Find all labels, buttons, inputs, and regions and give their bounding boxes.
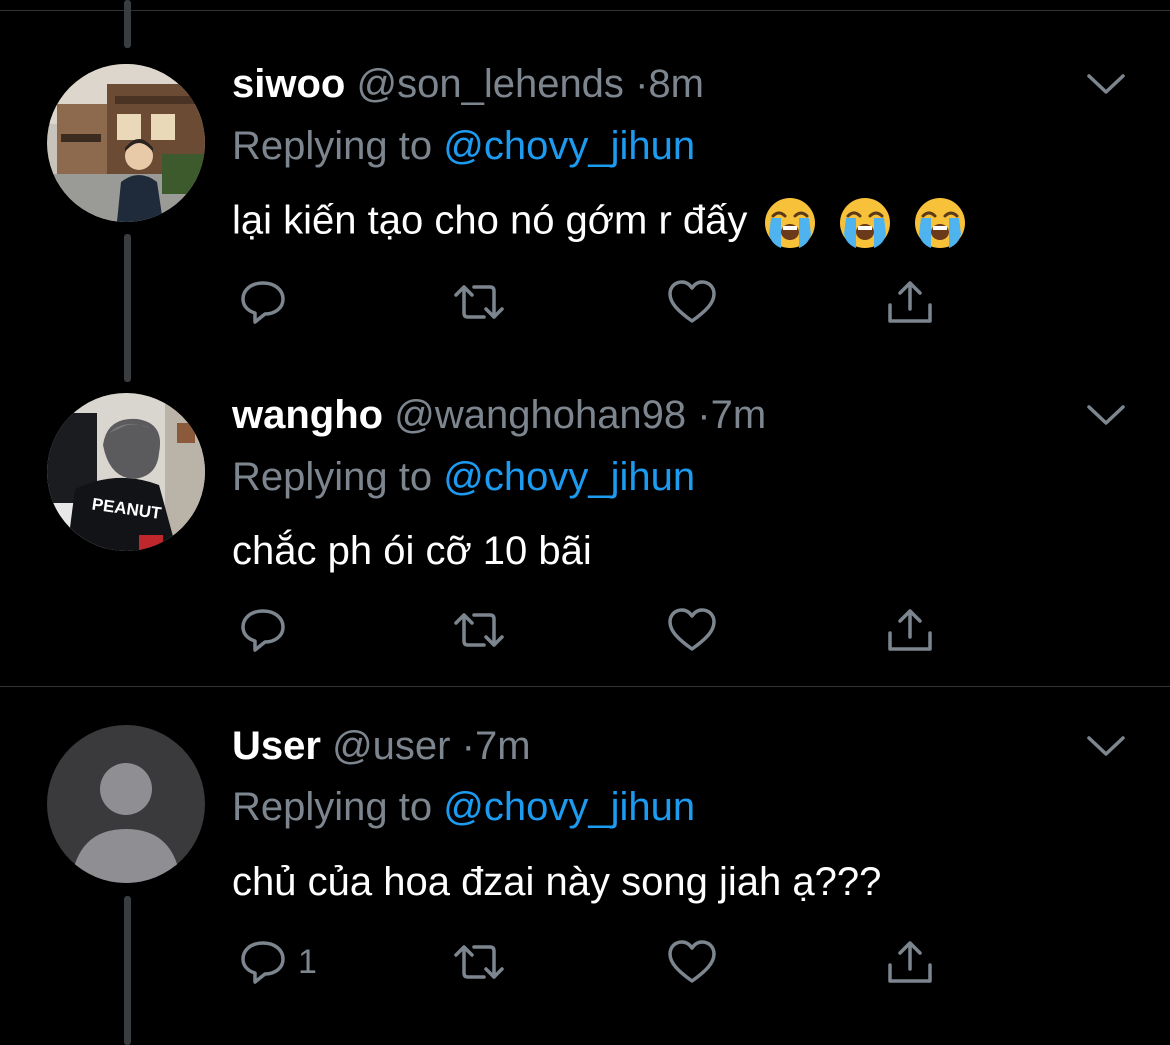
replying-prefix: Replying to [232,124,444,168]
avatar[interactable]: PEANUT [47,393,205,551]
separator-dot: · [635,62,649,106]
mention-link[interactable]: @chovy_jihun [443,455,695,499]
user-handle[interactable]: @wanghohan98 [394,393,686,437]
display-name[interactable]: siwoo [232,62,345,106]
user-handle[interactable]: @user [332,724,450,768]
loudly-crying-face-emoji-icon [764,198,815,248]
separator-dot: · [461,724,475,768]
timestamp[interactable]: 8m [648,62,704,106]
share-icon [888,941,932,983]
like-button[interactable] [666,936,718,988]
chevron-down-icon[interactable] [1084,68,1128,98]
share-icon [888,281,932,323]
replying-to-line: Replying to @chovy_jihun [232,453,695,501]
user-handle[interactable]: @son_lehends [356,62,623,106]
chevron-down-icon[interactable] [1084,730,1128,760]
tweet-body: lại kiến tạo cho nó gớm r đấy [232,198,748,243]
mention-link[interactable]: @chovy_jihun [443,785,695,829]
replying-to-line: Replying to @chovy_jihun [232,122,695,170]
tweet-header: siwoo @son_lehends ·8m [232,60,704,108]
tweet-header: User @user ·7m [232,722,531,770]
tweet-text: chủ của hoa đzai này song jiah ạ??? [232,860,882,904]
thread-line-bottom [124,896,131,1045]
thread-line-top [124,0,131,48]
display-name[interactable]: User [232,724,321,768]
reply-count: 1 [298,942,317,981]
like-button[interactable] [666,604,718,656]
reply-button[interactable] [238,604,288,656]
retweet-button[interactable] [452,936,506,988]
share-button[interactable] [884,936,936,988]
heart-icon [668,940,716,983]
avatar[interactable] [47,725,205,883]
retweet-icon [454,613,504,647]
thread-line-1-2 [124,234,131,382]
replying-to-line: Replying to @chovy_jihun [232,783,695,831]
retweet-icon [454,285,504,319]
timestamp[interactable]: 7m [475,724,531,768]
display-name[interactable]: wangho [232,393,383,437]
tweet-header: wangho @wanghohan98 ·7m [232,391,766,439]
retweet-icon [454,945,504,979]
like-button[interactable] [666,276,718,328]
heart-icon [668,608,716,651]
heart-icon [668,280,716,323]
separator-dot: · [697,393,711,437]
chevron-down-icon[interactable] [1084,399,1128,429]
reply-icon [241,941,285,984]
tweet-text: lại kiến tạo cho nó gớm r đấy [232,196,967,250]
retweet-button[interactable] [452,604,506,656]
reply-button[interactable] [238,276,288,328]
replying-prefix: Replying to [232,455,444,499]
retweet-button[interactable] [452,276,506,328]
reply-button[interactable]: 1 [238,936,317,988]
replying-prefix: Replying to [232,785,444,829]
loudly-crying-face-emoji-icon [914,198,965,248]
conversation-divider [0,686,1170,687]
share-icon [888,609,932,651]
avatar[interactable] [47,64,205,222]
top-divider [0,10,1170,11]
timestamp[interactable]: 7m [711,393,767,437]
reply-icon [241,609,285,652]
reply-icon [241,281,285,324]
share-button[interactable] [884,604,936,656]
tweet-text: chắc ph ói cỡ 10 bãi [232,529,592,573]
mention-link[interactable]: @chovy_jihun [443,124,695,168]
share-button[interactable] [884,276,936,328]
loudly-crying-face-emoji-icon [839,198,890,248]
default-avatar-icon [47,725,205,883]
